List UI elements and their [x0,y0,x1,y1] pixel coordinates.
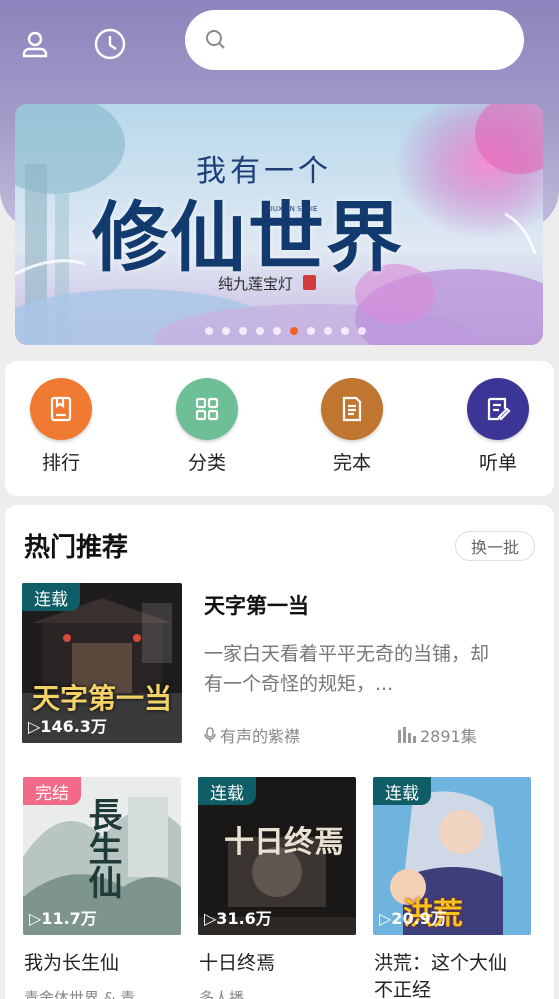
quick-item-category[interactable]: 分类 [167,378,247,475]
banner-dot[interactable] [341,327,349,335]
banner-dot[interactable] [307,327,315,335]
status-badge: 连载 [198,777,256,805]
book-title[interactable]: 我为长生仙 [24,950,184,977]
narrator-name: 有声的紫襟 [220,727,301,746]
cover-title-art: 天字第一当 [32,682,173,715]
play-count: ▷11.7万 [29,909,97,928]
quick-icon-bg [321,378,383,440]
quick-item-ranking[interactable]: 排行 [21,378,101,475]
list-edit-icon [487,397,511,421]
book-meta: 多人播 [199,987,244,999]
featured-title[interactable]: 天字第一当 [204,590,309,620]
featured-cover[interactable]: 天字第一当 连载 ▷146.3万 [22,583,182,743]
quick-item-finished[interactable]: 完本 [312,378,392,475]
quick-icon-bg [176,378,238,440]
banner-dot[interactable] [205,327,213,335]
banner-pinyin: XIUXIAN SHIJIE [266,205,318,213]
seal-icon [303,275,316,290]
refresh-button[interactable]: 换一批 [455,531,535,561]
book-title[interactable]: 洪荒：这个大仙不正经 [374,950,524,999]
banner-title-big: 修仙世界 [92,193,404,282]
narrator: 有声的紫襟 [204,723,300,747]
quick-label: 排行 [41,452,80,474]
banner-dot[interactable] [290,327,298,335]
banner-dot[interactable] [222,327,230,335]
book-meta: 青舍体世界 & 青 [24,987,135,999]
banner-dot[interactable] [256,327,264,335]
play-count: ▷20.9万 [379,909,447,928]
banner-dot[interactable] [239,327,247,335]
cover-title-art: 十日终焉 [224,825,344,860]
play-count: ▷146.3万 [28,717,107,736]
episode-count-text: 2891集 [420,727,477,746]
banner-dot[interactable] [273,327,281,335]
book-cover[interactable]: 十日终焉 连载 ▷31.6万 [198,777,356,935]
book-cover[interactable]: 洪荒 连载 ▷20.9万 [373,777,531,935]
microphone-icon [204,727,216,742]
quick-nav: 排行 分类 完本 听单 [5,361,554,496]
book-icon [50,396,72,422]
status-badge: 完结 [23,777,81,805]
quick-item-playlist[interactable]: 听单 [458,378,538,475]
user-icon[interactable] [15,24,55,64]
document-icon [342,396,362,422]
book-cover[interactable]: 長生仙 完结 ▷11.7万 [23,777,181,935]
hot-recommend-section: 热门推荐 换一批 天字第一当 连载 ▷146.3万 天字第一当 一家白天看着平平… [5,505,554,999]
quick-icon-bg [30,378,92,440]
narrator-name: 多人播 [199,989,245,999]
play-count: ▷31.6万 [204,909,272,928]
clock-icon[interactable] [90,24,130,64]
featured-description: 一家白天看着平平无奇的当铺，却有一个奇怪的规矩，... [204,643,490,695]
book-title[interactable]: 十日终焉 [199,950,359,977]
banner-dot[interactable] [358,327,366,335]
quick-icon-bg [467,378,529,440]
search-bar[interactable] [185,10,524,70]
grid-icon [195,397,219,421]
episode-count: 2891集 [398,723,477,747]
quick-label: 听单 [478,452,517,474]
banner-author: 纯九莲宝灯 [218,275,294,293]
status-badge: 连载 [373,777,431,805]
narrator-name: 青舍体世界 & 青 [24,989,136,999]
quick-label: 完本 [332,452,371,474]
search-icon [206,30,225,49]
cover-title-art: 長生仙 [82,797,122,899]
status-badge: 连载 [22,583,80,611]
banner-dot[interactable] [324,327,332,335]
banner-pagination[interactable] [205,327,366,335]
quick-label: 分类 [187,452,226,474]
bars-icon [398,727,416,743]
section-title: 热门推荐 [24,533,129,563]
